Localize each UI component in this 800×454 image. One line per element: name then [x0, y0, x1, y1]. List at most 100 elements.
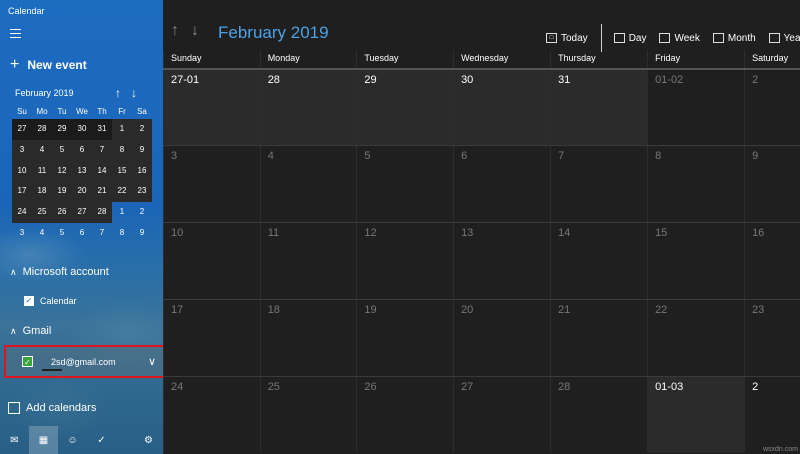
mini-day[interactable]: 4 — [32, 223, 52, 244]
mini-day[interactable]: 16 — [132, 160, 152, 182]
year-view-button[interactable]: Year — [768, 33, 800, 44]
mini-day[interactable]: 1 — [112, 119, 132, 140]
mini-day[interactable]: 28 — [32, 119, 52, 140]
mini-day[interactable]: 24 — [12, 202, 32, 223]
day-cell[interactable]: 22 — [647, 300, 744, 376]
day-cell[interactable]: 10 — [163, 223, 260, 299]
mini-day[interactable]: 27 — [12, 119, 32, 140]
mini-day[interactable]: 6 — [72, 223, 92, 244]
people-icon[interactable]: ☺ — [58, 426, 87, 454]
day-cell[interactable]: 19 — [356, 300, 453, 376]
day-cell[interactable]: 31 — [550, 70, 648, 145]
day-cell[interactable]: 27 — [453, 377, 550, 453]
mini-day[interactable]: 3 — [12, 139, 32, 161]
day-cell[interactable]: 4 — [259, 146, 357, 222]
mini-day[interactable]: 18 — [32, 181, 52, 203]
day-cell[interactable]: 18 — [259, 300, 357, 376]
day-cell[interactable]: 20 — [453, 300, 550, 376]
day-cell[interactable]: 6 — [453, 146, 550, 222]
day-cell[interactable]: 2 — [744, 70, 800, 145]
mini-day[interactable]: 3 — [12, 223, 32, 244]
mini-day[interactable]: 21 — [92, 181, 112, 203]
mini-day[interactable]: 13 — [72, 160, 92, 182]
day-cell[interactable]: 30 — [453, 70, 551, 145]
day-cell[interactable]: 3 — [163, 146, 260, 222]
mini-day[interactable]: 19 — [52, 181, 72, 203]
mini-day[interactable]: 2 — [132, 202, 152, 223]
day-cell[interactable]: 28 — [259, 70, 357, 145]
mini-day[interactable]: 11 — [32, 160, 52, 182]
mini-day[interactable]: 7 — [92, 223, 112, 244]
day-cell[interactable]: 15 — [647, 223, 744, 299]
day-cell[interactable]: 23 — [744, 300, 800, 376]
hamburger-menu-icon[interactable] — [10, 29, 21, 39]
mini-day[interactable]: 4 — [32, 139, 52, 161]
day-cell[interactable]: 12 — [356, 223, 453, 299]
mini-day[interactable]: 26 — [52, 202, 72, 223]
mini-day[interactable]: 5 — [52, 223, 72, 244]
mini-day[interactable]: 8 — [112, 223, 132, 244]
day-cell[interactable]: 01-03 — [647, 377, 745, 453]
mini-day[interactable]: 9 — [132, 139, 152, 161]
mini-day[interactable]: 22 — [112, 181, 132, 203]
checkbox-checked-icon[interactable]: ✓ — [24, 296, 34, 306]
mail-icon[interactable]: ✉ — [0, 426, 29, 454]
todo-icon[interactable]: ✓ — [87, 426, 116, 454]
mini-day[interactable]: 12 — [52, 160, 72, 182]
day-cell[interactable]: 16 — [744, 223, 800, 299]
checkbox-checked-icon[interactable]: ✓ — [22, 356, 33, 367]
week-view-button[interactable]: Week — [659, 33, 700, 44]
mini-day[interactable]: 10 — [12, 160, 32, 182]
next-month-arrow-icon[interactable]: ↓ — [191, 22, 199, 40]
mini-day[interactable]: 6 — [72, 139, 92, 161]
chevron-down-icon[interactable]: ∨ — [148, 355, 156, 368]
mini-day[interactable]: 7 — [92, 139, 112, 161]
mini-day[interactable]: 1 — [112, 202, 132, 223]
mini-day[interactable]: 30 — [72, 119, 92, 140]
day-cell[interactable]: 9 — [744, 146, 800, 222]
day-cell[interactable]: 24 — [163, 377, 260, 453]
mini-day[interactable]: 14 — [92, 160, 112, 182]
mini-day[interactable]: 23 — [132, 181, 152, 203]
day-cell[interactable]: 8 — [647, 146, 744, 222]
day-cell[interactable]: 25 — [259, 377, 357, 453]
day-cell[interactable]: 01-02 — [647, 70, 745, 145]
today-button[interactable]: □ Today — [546, 33, 588, 44]
mini-day[interactable]: 8 — [112, 139, 132, 161]
day-view-button[interactable]: Day — [613, 33, 646, 44]
mini-day[interactable]: 28 — [92, 202, 112, 223]
gmail-calendar-row[interactable]: ✓ 2sd@gmail.com ∨ — [4, 345, 163, 378]
day-cell[interactable]: 7 — [550, 146, 647, 222]
day-cell[interactable]: 5 — [356, 146, 453, 222]
arrow-down-icon[interactable]: ↓ — [131, 86, 137, 100]
day-cell[interactable]: 26 — [356, 377, 453, 453]
mini-day[interactable]: 2 — [132, 119, 152, 140]
mini-day[interactable]: 27 — [72, 202, 92, 223]
mini-day[interactable]: 9 — [132, 223, 152, 244]
day-cell[interactable]: 14 — [550, 223, 647, 299]
month-view-button[interactable]: Month — [712, 33, 756, 44]
day-cell[interactable]: 29 — [356, 70, 454, 145]
mini-day[interactable]: 15 — [112, 160, 132, 182]
new-event-button[interactable]: + New event — [10, 57, 87, 73]
day-cell[interactable]: 13 — [453, 223, 550, 299]
day-cell[interactable]: 21 — [550, 300, 647, 376]
previous-month-arrow-icon[interactable]: ↑ — [171, 22, 179, 40]
day-cell[interactable]: 27-01 — [163, 70, 260, 145]
mini-day[interactable]: 25 — [32, 202, 52, 223]
day-cell[interactable]: 28 — [550, 377, 647, 453]
microsoft-account-toggle[interactable]: ∧ Microsoft account — [10, 266, 109, 278]
calendar-icon[interactable]: ▦ — [29, 426, 58, 454]
mini-calendar-month[interactable]: February 2019 — [15, 88, 74, 98]
mini-day[interactable]: 20 — [72, 181, 92, 203]
add-calendars-button[interactable]: Add calendars — [8, 402, 96, 414]
day-cell[interactable]: 2 — [744, 377, 800, 453]
mini-day[interactable]: 29 — [52, 119, 72, 140]
settings-gear-icon[interactable]: ⚙ — [134, 426, 163, 454]
mini-day[interactable]: 5 — [52, 139, 72, 161]
calendar-toggle[interactable]: ✓ Calendar — [24, 296, 77, 306]
mini-day[interactable]: 17 — [12, 181, 32, 203]
gmail-account-toggle[interactable]: ∧ Gmail — [10, 325, 51, 337]
mini-day[interactable]: 31 — [92, 119, 112, 140]
day-cell[interactable]: 17 — [163, 300, 260, 376]
